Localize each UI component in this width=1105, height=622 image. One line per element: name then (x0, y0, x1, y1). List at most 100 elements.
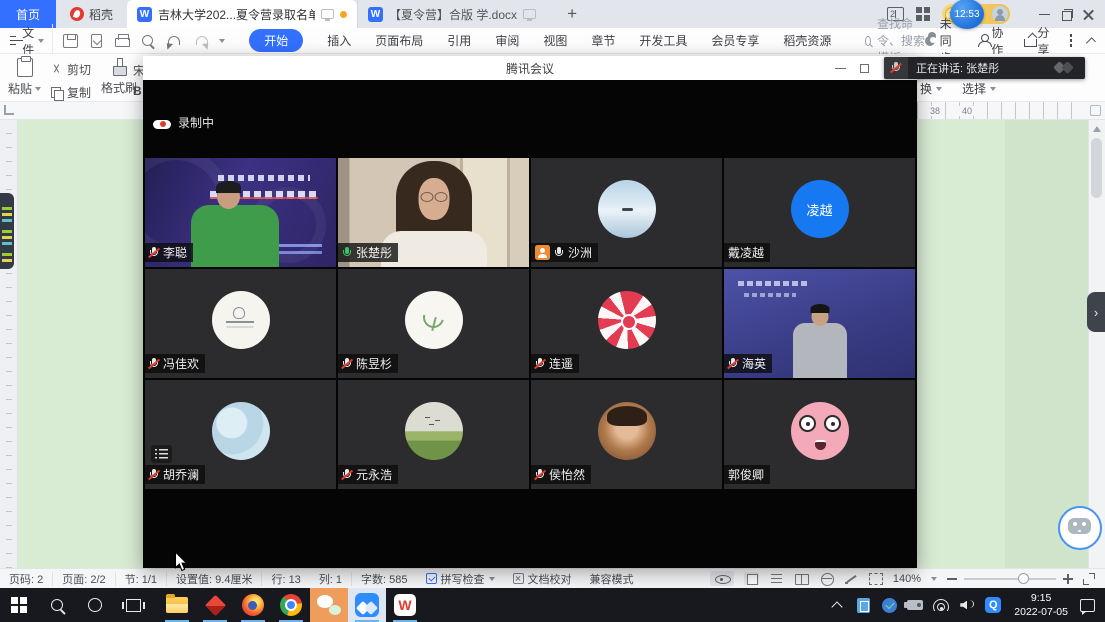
tab-view[interactable]: 视图 (543, 32, 567, 49)
side-panel-toggle[interactable]: › (1087, 292, 1105, 332)
tab-docer-res[interactable]: 稻壳资源 (783, 32, 831, 49)
wps-button[interactable] (386, 588, 424, 622)
hamburger-icon[interactable] (10, 36, 16, 45)
chevron-down-icon[interactable] (219, 39, 225, 43)
taskbar-clock[interactable]: 9:15 2022-07-05 (1006, 591, 1076, 619)
tab-member[interactable]: 会员专享 (711, 32, 759, 49)
folder-icon (166, 597, 188, 613)
tencent-meeting-button[interactable] (348, 588, 386, 622)
participant-tile[interactable]: 侯怡然 (531, 380, 722, 489)
scrollbar-thumb[interactable] (1091, 138, 1102, 198)
format-painter-button[interactable]: 格式刷 (101, 58, 137, 96)
network-tray-icon[interactable] (928, 588, 954, 622)
volume-tray-icon[interactable] (954, 588, 980, 622)
ime-tray-icon[interactable] (980, 588, 1006, 622)
doc-tab-active[interactable]: 吉林大学202...夏令营录取名单 (127, 0, 357, 28)
start-button[interactable] (0, 588, 38, 622)
fit-page-icon[interactable] (869, 573, 883, 585)
participant-tile[interactable]: 冯佳欢 (145, 269, 336, 378)
assistant-robot-button[interactable] (1058, 506, 1102, 550)
chrome-button[interactable] (272, 588, 310, 622)
paste-button[interactable]: 粘贴 (8, 58, 41, 97)
recorder-tray-icon[interactable] (902, 588, 928, 622)
web-view-icon[interactable] (819, 572, 834, 585)
docked-widget[interactable] (0, 193, 14, 269)
recording-indicator[interactable]: 录制中 (153, 114, 214, 131)
tab-stop-icon[interactable] (4, 105, 14, 115)
redo-icon[interactable] (193, 34, 208, 48)
tab-insert[interactable]: 插入 (327, 32, 351, 49)
cortana-button[interactable] (76, 588, 114, 622)
meeting-timer-bubble[interactable]: 12:53 (950, 0, 984, 29)
zoom-in-icon[interactable] (1063, 574, 1073, 584)
participant-tile[interactable]: 胡乔澜 (145, 380, 336, 489)
speaking-banner[interactable]: 正在讲话: 张楚彤 (884, 57, 1085, 79)
export-pdf-icon[interactable] (89, 34, 104, 48)
eye-protection-icon[interactable] (710, 571, 734, 586)
security-tray-icon[interactable] (876, 588, 902, 622)
participant-tile[interactable]: 张楚彤 (338, 158, 529, 267)
status-word-count[interactable]: 字数: 585 (352, 572, 416, 586)
more-options-icon[interactable] (1070, 34, 1072, 47)
firefox-button[interactable] (234, 588, 272, 622)
undo-icon[interactable] (167, 34, 182, 48)
scroll-up-icon[interactable] (1093, 126, 1101, 132)
zoom-level[interactable]: 140% (893, 573, 921, 585)
print-preview-icon[interactable] (141, 34, 156, 48)
file-menu[interactable]: 文件 (22, 24, 53, 58)
page-view-icon[interactable] (744, 572, 759, 585)
reader-app-button[interactable] (196, 588, 234, 622)
vertical-ruler[interactable] (0, 120, 18, 568)
action-center-icon[interactable] (1080, 599, 1095, 612)
new-tab-button[interactable]: + (560, 4, 584, 24)
copy-button[interactable]: 复制 (51, 84, 91, 101)
agenda-list-icon[interactable] (151, 445, 172, 463)
select-dropdown[interactable]: 选择 (962, 80, 996, 97)
print-icon[interactable] (115, 34, 130, 48)
participant-tile[interactable]: 凌越 戴凌越 (724, 158, 915, 267)
tray-expand-button[interactable] (824, 588, 850, 622)
zoom-track[interactable] (964, 578, 1056, 580)
taskbar-search-button[interactable] (38, 588, 76, 622)
participant-tile[interactable]: 陈昱杉 (338, 269, 529, 378)
participant-tile[interactable]: 李聪 (145, 158, 336, 267)
proofread-toggle[interactable]: 文档校对 (504, 572, 581, 586)
share-button[interactable]: 分享 (1024, 24, 1054, 58)
book-view-icon[interactable] (794, 572, 809, 585)
fullscreen-icon[interactable] (1083, 573, 1095, 585)
usb-tray-icon[interactable] (850, 588, 876, 622)
tab-home-ribbon[interactable]: 开始 (249, 29, 303, 52)
participant-tile[interactable]: 元永浩 (338, 380, 529, 489)
chevron-down-icon[interactable] (931, 577, 937, 581)
task-view-button[interactable] (114, 588, 152, 622)
tab-section[interactable]: 章节 (591, 32, 615, 49)
file-explorer-button[interactable] (158, 588, 196, 622)
wechat-button[interactable] (310, 588, 348, 622)
meeting-maximize-button[interactable] (860, 64, 869, 73)
ink-view-icon[interactable] (844, 572, 859, 585)
self-mic-cell[interactable] (884, 57, 908, 79)
participant-tile[interactable]: 连遥 (531, 269, 722, 378)
ruler-toggle-icon[interactable] (1090, 105, 1101, 116)
meeting-titlebar[interactable]: 腾讯会议 (143, 56, 917, 80)
collapse-ribbon-icon[interactable] (1085, 37, 1095, 47)
convert-dropdown[interactable]: 换 (920, 80, 942, 97)
participant-tile[interactable]: 海英 (724, 269, 915, 378)
zoom-out-icon[interactable] (947, 578, 957, 580)
tab-page-layout[interactable]: 页面布局 (375, 32, 423, 49)
vertical-scrollbar[interactable] (1088, 120, 1105, 568)
meeting-minimize-button[interactable] (835, 63, 846, 74)
spell-check-toggle[interactable]: 拼写检查 (417, 572, 504, 586)
tab-docer[interactable]: 稻壳 (56, 0, 127, 28)
tab-dev-tools[interactable]: 开发工具 (639, 32, 687, 49)
save-icon[interactable] (63, 34, 78, 48)
doc-tab-inactive[interactable]: 【夏令营】合版 学.docx (357, 0, 546, 28)
cut-button[interactable]: 剪切 (51, 61, 91, 78)
participant-tile[interactable]: 沙洲 (531, 158, 722, 267)
zoom-knob[interactable] (1018, 573, 1029, 584)
collaborate-button[interactable]: 协作 (978, 24, 1008, 58)
participant-tile[interactable]: 郭俊卿 (724, 380, 915, 489)
outline-view-icon[interactable] (769, 572, 784, 585)
tab-references[interactable]: 引用 (447, 32, 471, 49)
tab-review[interactable]: 审阅 (495, 32, 519, 49)
